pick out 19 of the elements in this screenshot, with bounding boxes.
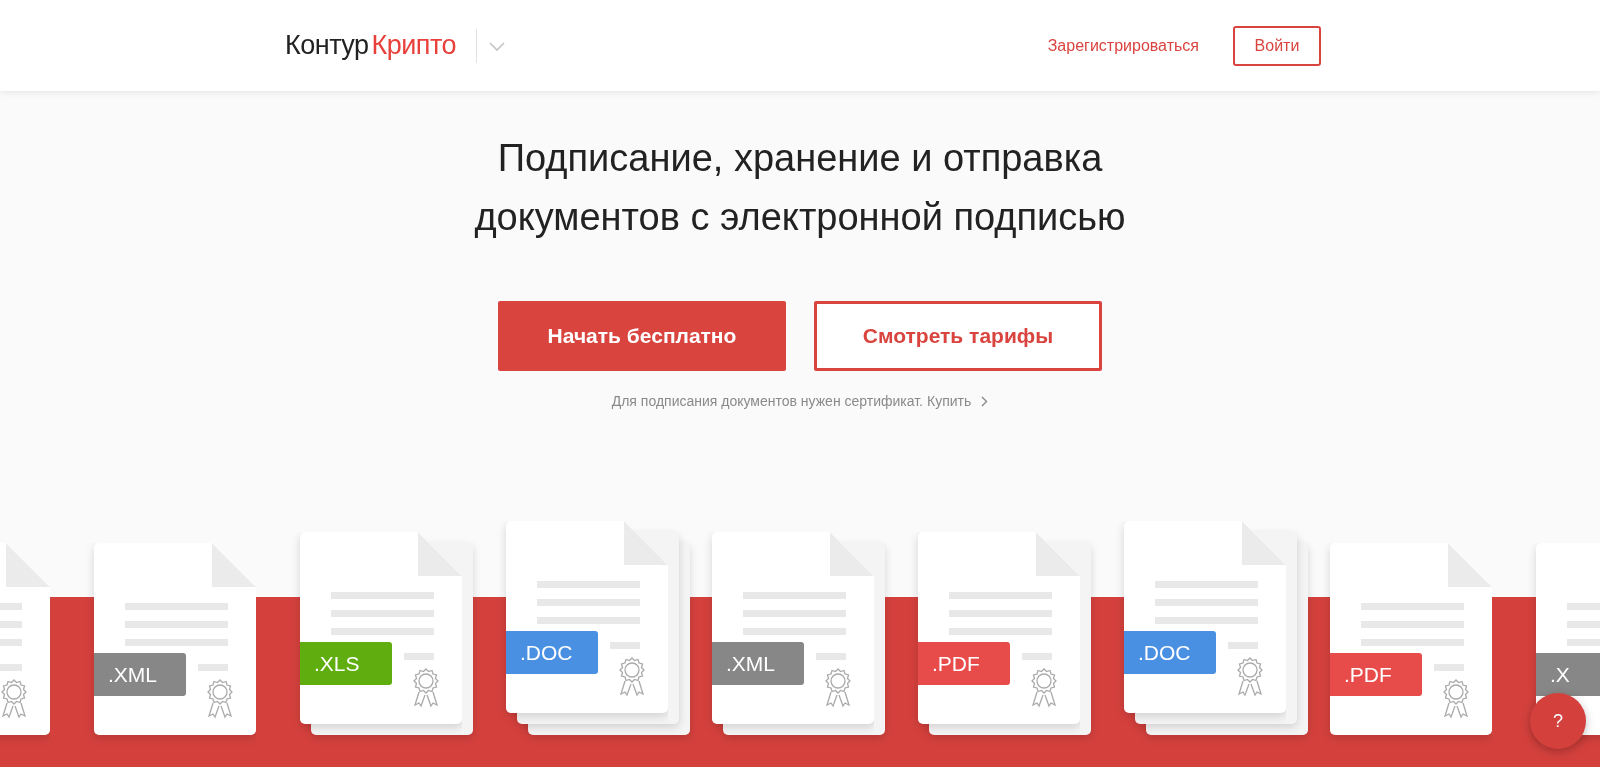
chevron-right-icon bbox=[981, 395, 989, 407]
chevron-down-icon[interactable] bbox=[489, 41, 506, 52]
hero-title-line: Подписание, хранение и отправка bbox=[497, 136, 1103, 181]
certificate-note: Для подписания документов нужен сертификат. bbox=[611, 393, 923, 409]
logo[interactable]: КонтурКрипто bbox=[285, 30, 457, 61]
file-type-label: .PDF bbox=[918, 642, 1010, 685]
login-button[interactable]: Войти bbox=[1233, 25, 1321, 66]
file-type-label: .DOC bbox=[1124, 631, 1216, 674]
file-type-label: .PDF bbox=[1330, 653, 1422, 696]
register-link[interactable]: Зарегистрироваться bbox=[1047, 36, 1199, 55]
file-type-label: .X bbox=[1536, 653, 1600, 696]
file-type-label: .XLS bbox=[300, 642, 392, 685]
buy-link[interactable]: Купить bbox=[927, 393, 972, 409]
file-type-label: .DOC bbox=[506, 631, 598, 674]
start-free-button[interactable]: Начать бесплатно bbox=[498, 301, 786, 371]
hero-title-line: документов с электронной подписью bbox=[474, 195, 1126, 240]
file-type-label: .XML bbox=[94, 653, 186, 696]
file-type-label: .XML bbox=[712, 642, 804, 685]
view-pricing-button[interactable]: Смотреть тарифы bbox=[814, 301, 1102, 371]
